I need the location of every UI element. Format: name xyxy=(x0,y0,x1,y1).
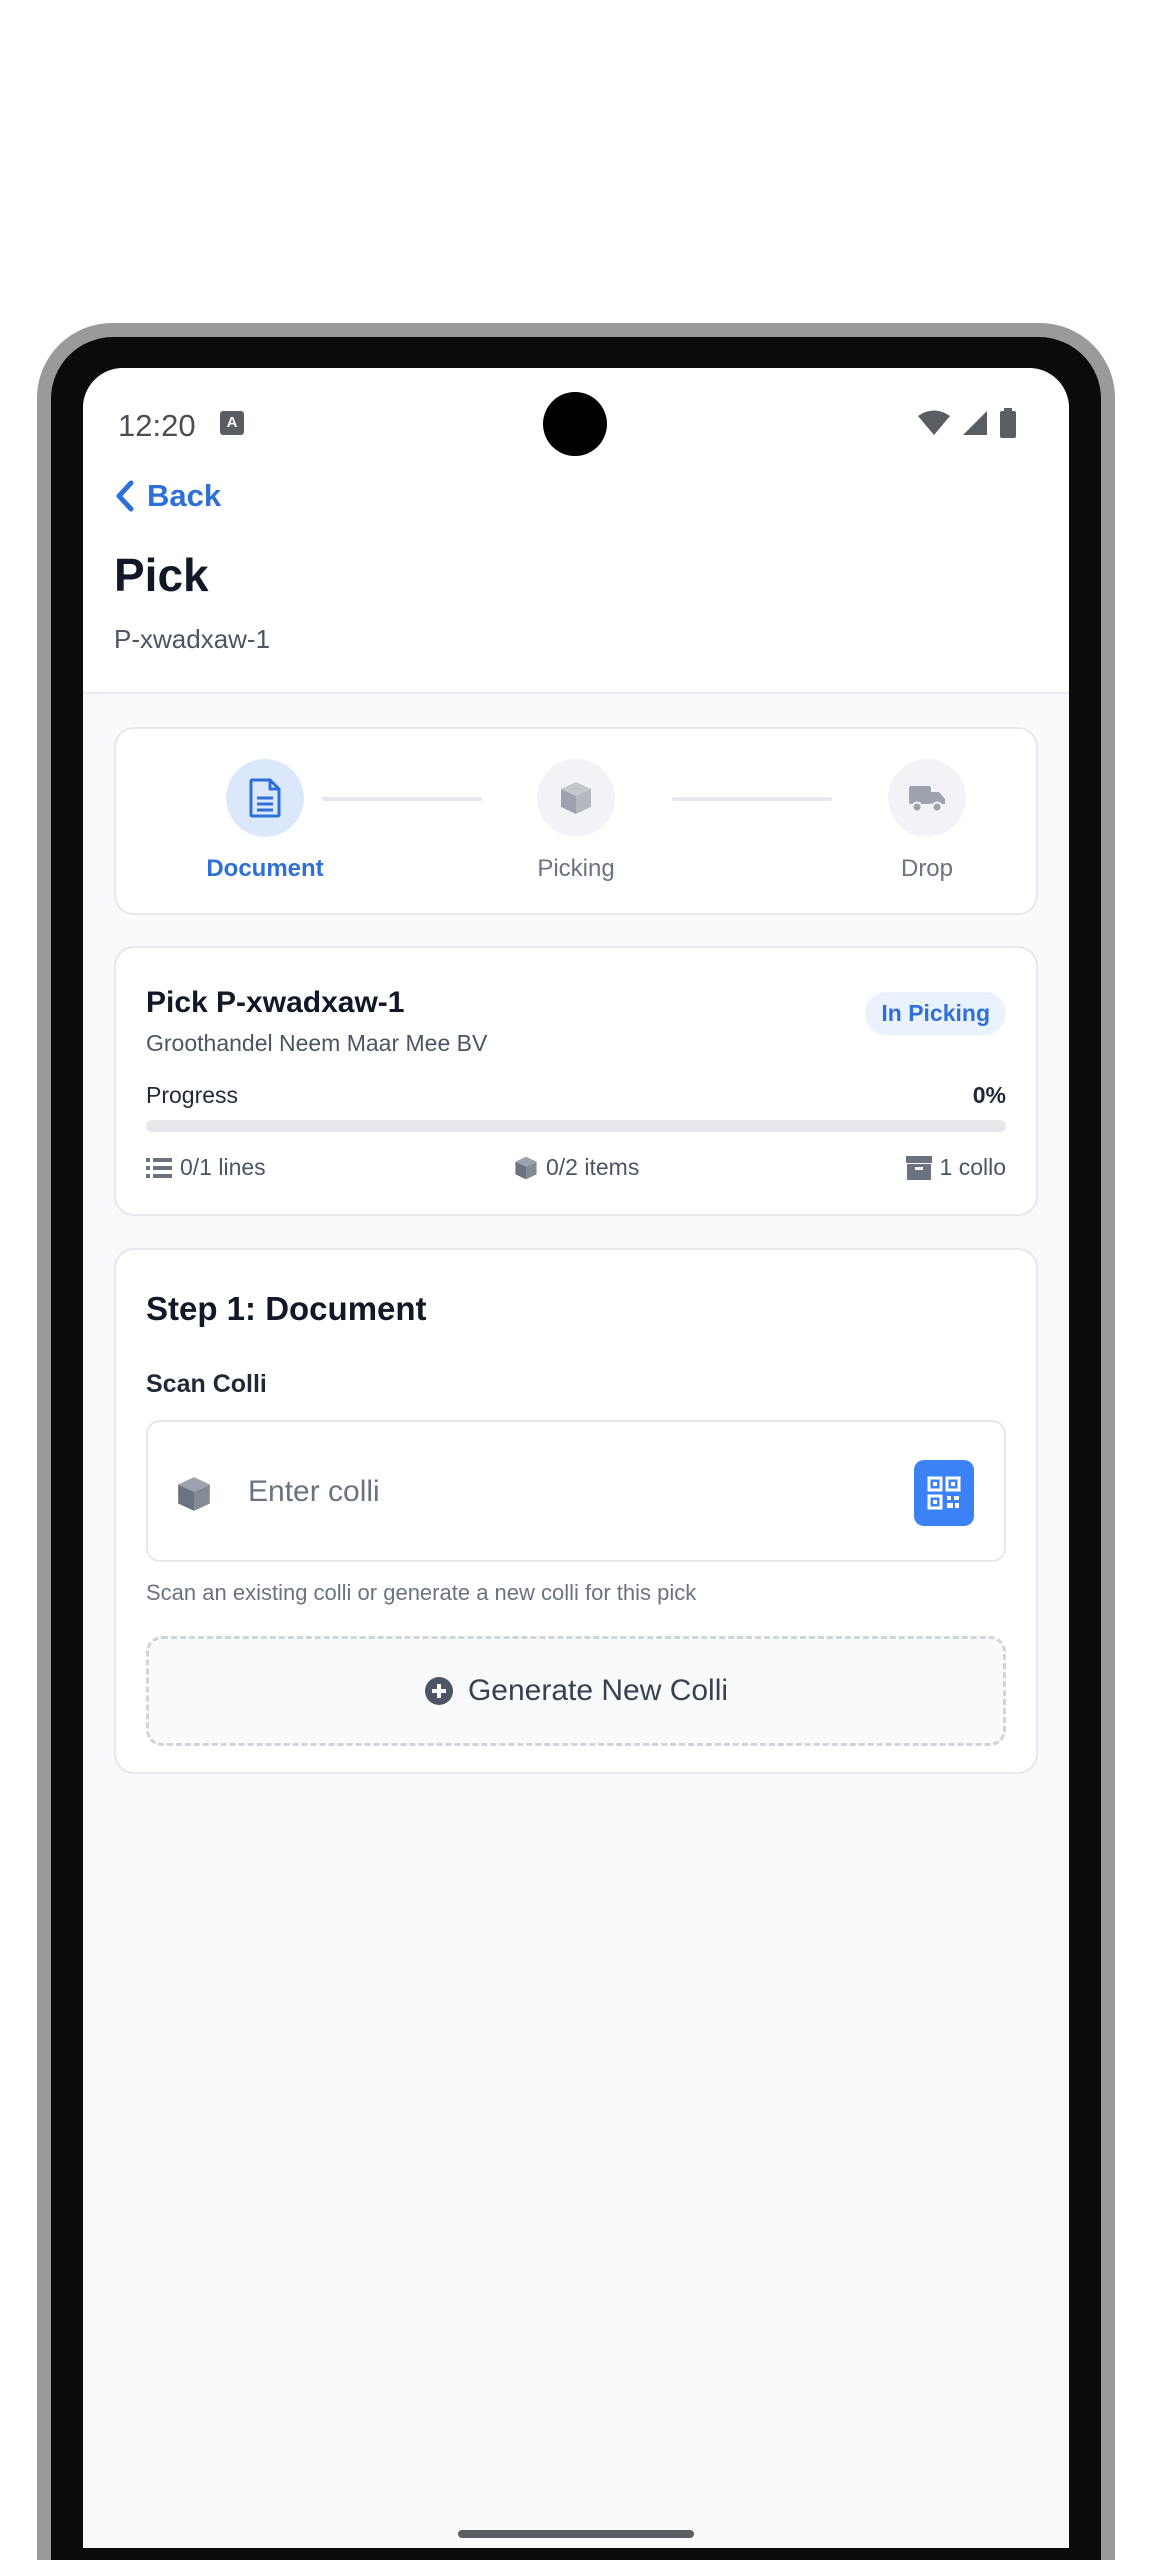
step-label-document: Document xyxy=(206,855,324,882)
camera-cutout xyxy=(543,392,607,456)
battery-icon xyxy=(1000,408,1016,438)
page-subtitle: P-xwadxaw-1 xyxy=(114,624,271,654)
app-header: 12:20 A Back Pick P-xwadxaw-1 xyxy=(83,368,1069,694)
progress-percent: 0% xyxy=(972,1082,1006,1108)
colli-input-box xyxy=(146,1420,1006,1562)
box-icon xyxy=(178,1477,210,1511)
back-label: Back xyxy=(147,478,222,513)
colli-input[interactable] xyxy=(248,1462,868,1522)
items-count: 0/2 items xyxy=(546,1154,640,1180)
qr-code-icon xyxy=(927,1476,961,1510)
app-screen: 12:20 A Back Pick P-xwadxaw-1 Document P… xyxy=(83,368,1069,2548)
truck-icon xyxy=(909,786,945,813)
step-drop[interactable]: Drop xyxy=(852,759,1002,883)
pick-title: Pick P-xwadxaw-1 xyxy=(146,986,405,1019)
collo-stat: 1 collo xyxy=(905,1154,1006,1181)
status-icons xyxy=(917,408,1017,438)
plus-circle-icon xyxy=(424,1677,453,1705)
box-icon xyxy=(561,782,591,814)
wifi-icon xyxy=(918,410,950,435)
progress-label: Progress xyxy=(146,1082,239,1108)
step-connector xyxy=(322,797,482,801)
page-title: Pick xyxy=(114,549,209,601)
lines-stat: 0/1 lines xyxy=(146,1154,266,1181)
step-circle xyxy=(888,759,966,837)
step-picking[interactable]: Picking xyxy=(501,759,651,883)
lines-count: 0/1 lines xyxy=(180,1154,266,1180)
chevron-left-icon xyxy=(116,480,134,512)
customer-name: Groothandel Neem Maar Mee BV xyxy=(146,1030,488,1056)
notification-a-icon: A xyxy=(220,411,244,435)
step-document[interactable]: Document xyxy=(190,759,340,883)
box-icon xyxy=(515,1156,537,1179)
pick-summary-card: Pick P-xwadxaw-1 Groothandel Neem Maar M… xyxy=(114,946,1038,1216)
step-circle xyxy=(537,759,615,837)
progress-stepper: Document Picking Drop xyxy=(114,727,1038,915)
generate-colli-label: Generate New Colli xyxy=(467,1674,729,1707)
progress-bar xyxy=(146,1120,1006,1132)
step-connector xyxy=(672,797,832,801)
status-time: 12:20 xyxy=(118,408,196,443)
step1-title: Step 1: Document xyxy=(146,1290,427,1327)
scan-colli-label: Scan Colli xyxy=(146,1370,267,1398)
document-icon xyxy=(249,778,281,818)
scan-qr-button[interactable] xyxy=(914,1460,974,1526)
signal-icon xyxy=(963,411,987,435)
step-label-picking: Picking xyxy=(537,855,615,882)
items-stat: 0/2 items xyxy=(514,1154,639,1181)
generate-colli-button[interactable]: Generate New Colli xyxy=(146,1636,1006,1746)
status-badge: In Picking xyxy=(865,992,1006,1035)
step-circle xyxy=(226,759,304,837)
back-button[interactable]: Back xyxy=(115,478,221,514)
home-indicator[interactable] xyxy=(458,2530,694,2538)
step1-document-card: Step 1: Document Scan Colli Enter colli … xyxy=(114,1248,1038,1774)
scan-helper-text: Scan an existing colli or generate a new… xyxy=(146,1580,697,1605)
archive-icon xyxy=(905,1155,932,1180)
collo-count: 1 collo xyxy=(939,1154,1006,1180)
step-label-drop: Drop xyxy=(900,855,954,882)
list-icon xyxy=(146,1157,172,1178)
